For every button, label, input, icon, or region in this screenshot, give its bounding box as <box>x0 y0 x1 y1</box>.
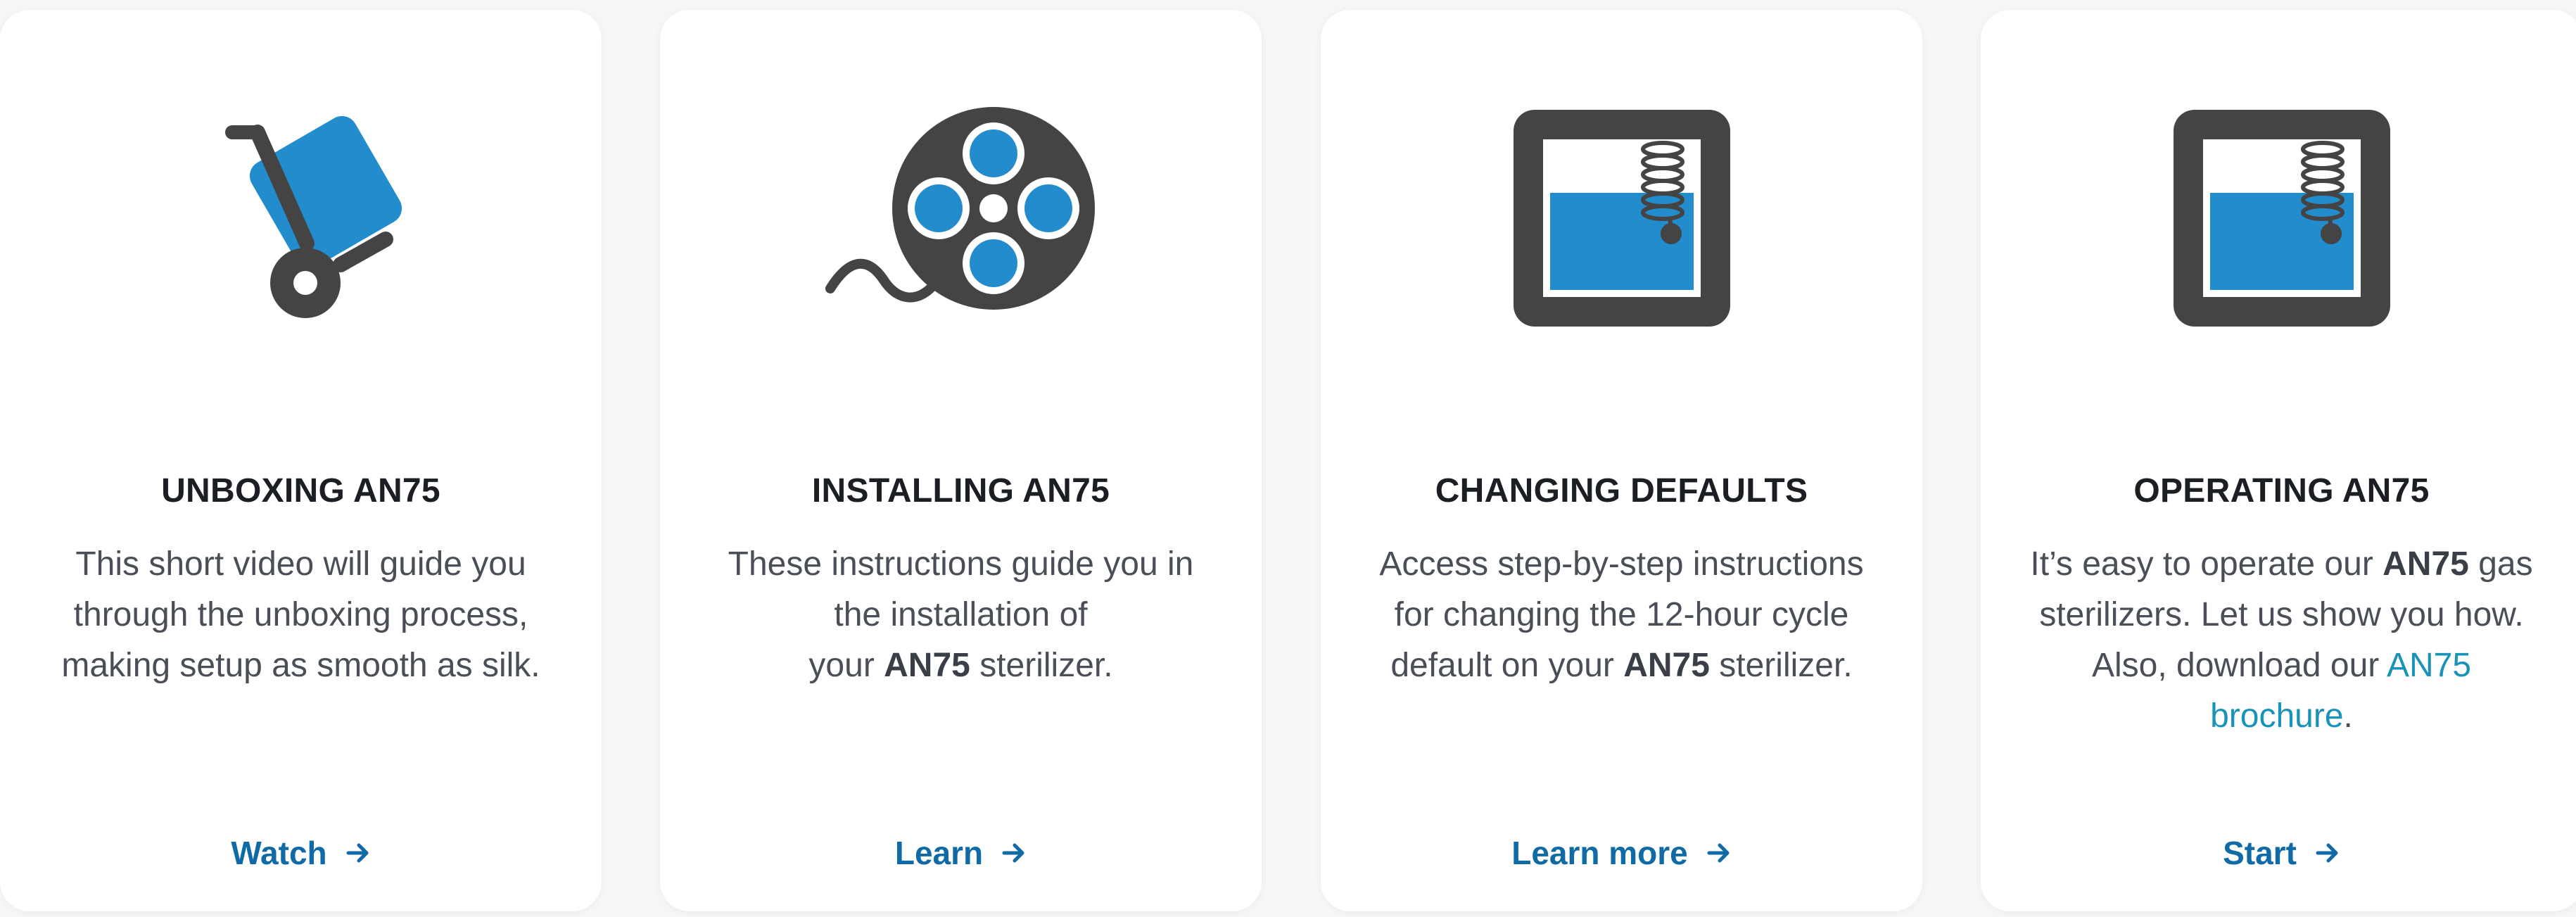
product-name: AN75 <box>884 647 970 684</box>
desc-line: your AN75 sterilizer. <box>808 647 1113 684</box>
learn-more-link[interactable]: Learn more <box>1321 833 1922 873</box>
cta-label: Watch <box>231 835 327 871</box>
product-name: AN75 <box>1623 647 1710 684</box>
sterilizer-chamber-icon <box>1981 106 2576 345</box>
card-title: UNBOXING AN75 <box>161 472 440 510</box>
card-installing: INSTALLING AN75 These instructions guide… <box>660 10 1262 911</box>
card-title: CHANGING DEFAULTS <box>1435 472 1808 510</box>
desc-line: These instructions guide you in <box>728 545 1194 583</box>
desc-line: brochure. <box>2210 697 2353 735</box>
cta-label: Start <box>2223 835 2297 871</box>
card-title: OPERATING AN75 <box>2133 472 2430 510</box>
desc-line: for changing the 12-hour cycle <box>1394 596 1849 633</box>
card-title: INSTALLING AN75 <box>811 472 1110 510</box>
sterilizer-chamber-icon <box>1321 106 1922 345</box>
cta-label: Learn <box>894 835 984 871</box>
desc-line: Also, download our AN75 <box>2091 647 2472 684</box>
card-description: These instructions guide you in the inst… <box>695 539 1226 691</box>
desc-line: It’s easy to operate our AN75 gas <box>2030 545 2533 583</box>
cta-label: Learn more <box>1511 835 1688 871</box>
card-description: This short video will guide you through … <box>35 539 566 691</box>
arrow-right-icon <box>1002 843 1024 863</box>
desc-line: Access step-by-step instructions <box>1379 545 1864 583</box>
brochure-link[interactable]: brochure <box>2210 697 2343 735</box>
arrow-right-icon <box>346 843 369 863</box>
desc-line: default on your AN75 sterilizer. <box>1390 647 1853 684</box>
product-name: AN75 <box>2383 545 2469 583</box>
brochure-link[interactable]: AN75 <box>2387 647 2471 684</box>
desc-line: the installation of <box>834 596 1088 633</box>
hand-truck-icon <box>0 106 602 345</box>
film-reel-icon <box>660 106 1262 345</box>
arrow-right-icon <box>1707 843 1730 863</box>
learn-link[interactable]: Learn <box>660 833 1262 873</box>
desc-line: through the unboxing process, <box>73 596 528 633</box>
card-description: It’s easy to operate our AN75 gas steril… <box>2016 539 2547 742</box>
card-changing-defaults: CHANGING DEFAULTS Access step-by-step in… <box>1321 10 1922 911</box>
card-unboxing: UNBOXING AN75 This short video will guid… <box>0 10 602 911</box>
desc-line: making setup as smooth as silk. <box>61 647 540 684</box>
arrow-right-icon <box>2316 843 2338 863</box>
card-operating: OPERATING AN75 It’s easy to operate our … <box>1981 10 2576 911</box>
desc-line: This short video will guide you <box>75 545 526 583</box>
card-description: Access step-by-step instructions for cha… <box>1356 539 1887 691</box>
start-link[interactable]: Start <box>1981 833 2576 873</box>
watch-link[interactable]: Watch <box>0 833 602 873</box>
card-grid: UNBOXING AN75 This short video will guid… <box>0 0 2576 917</box>
desc-line: sterilizers. Let us show you how. <box>2039 596 2524 633</box>
